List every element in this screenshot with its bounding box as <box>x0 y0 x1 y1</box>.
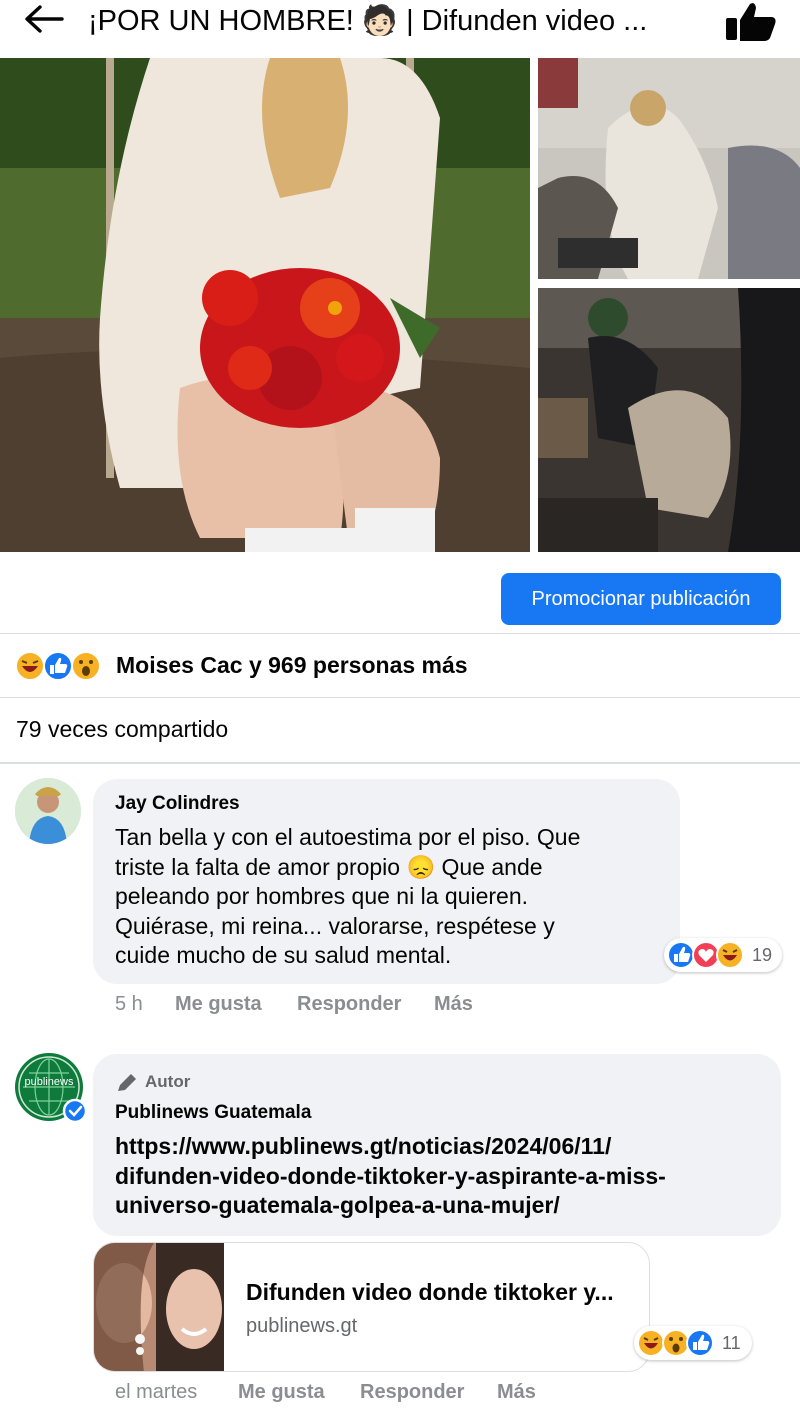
video-still-bottom[interactable] <box>538 288 800 552</box>
comment-bubble: Jay Colindres Tan bella y con el autoest… <box>93 779 680 984</box>
comment-reaction-badge[interactable]: 19 <box>664 938 782 972</box>
reaction-icons <box>15 651 101 681</box>
link-preview-card[interactable]: Difunden video donde tiktoker y... publi… <box>93 1242 650 1372</box>
comment-line: https://www.publinews.gt/noticias/2024/0… <box>115 1133 612 1159</box>
video-still-top[interactable] <box>538 58 800 279</box>
shares-count-text: 79 veces compartido <box>16 716 229 742</box>
comment-time[interactable]: 5 h <box>115 993 143 1016</box>
main-photo[interactable] <box>0 58 530 552</box>
comment-line: peleando por hombres que ni la quieren. <box>115 883 529 909</box>
like-button[interactable]: Me gusta <box>238 1381 325 1404</box>
comment-line: universo-guatemala-golpea-a-una-mujer/ <box>115 1192 560 1218</box>
page-title: ¡POR UN HOMBRE! 🧑🏻 | Difunden video ... <box>88 5 648 37</box>
comment-reaction-badge[interactable]: 11 <box>634 1326 752 1360</box>
link-thumbnail <box>94 1243 224 1371</box>
wow-icon <box>71 651 101 681</box>
comment-link-text[interactable]: https://www.publinews.gt/noticias/2024/0… <box>115 1132 775 1221</box>
comment-line: Tan bella y con el autoestima por el pis… <box>115 824 581 850</box>
comment-time[interactable]: el martes <box>115 1381 197 1404</box>
comment-line: triste la falta de amor propio 😞 Que and… <box>115 853 543 880</box>
haha-icon <box>716 941 744 969</box>
author-tag: Autor <box>145 1072 191 1091</box>
wow-icon <box>662 1329 690 1357</box>
pencil-icon <box>118 1074 136 1091</box>
reply-button[interactable]: Responder <box>297 993 401 1016</box>
thumbs-up-icon[interactable] <box>722 0 778 42</box>
reactions-count-text: Moises Cac y 969 personas más <box>116 652 468 678</box>
top-bar: ¡POR UN HOMBRE! 🧑🏻 | Difunden video ... <box>0 0 800 58</box>
reaction-count: 11 <box>722 1333 741 1353</box>
comment-line: Quiérase, mi reina... valorarse, respéte… <box>115 912 555 939</box>
comment-line: difunden-video-donde-tiktoker-y-aspirant… <box>115 1162 666 1189</box>
haha-icon <box>15 651 45 681</box>
comment-text: Tan bella y con el autoestima por el pis… <box>115 823 675 971</box>
link-title: Difunden video donde tiktoker y... <box>246 1279 614 1305</box>
shares-summary[interactable]: 79 veces compartido <box>0 698 800 760</box>
love-icon <box>692 941 720 969</box>
comment-line: cuide mucho de su salud mental. <box>115 942 452 968</box>
back-arrow-icon[interactable] <box>22 4 66 34</box>
promote-post-button[interactable]: Promocionar publicación <box>501 573 781 625</box>
avatar[interactable] <box>15 778 81 844</box>
like-button[interactable]: Me gusta <box>175 993 262 1016</box>
like-icon <box>667 941 695 969</box>
like-icon <box>43 651 73 681</box>
comment-author[interactable]: Jay Colindres <box>115 793 240 815</box>
avatar[interactable]: publinews <box>15 1053 88 1124</box>
comment-author[interactable]: Publinews Guatemala <box>115 1102 311 1124</box>
reactions-summary[interactable]: Moises Cac y 969 personas más <box>0 634 800 696</box>
promote-row: Promocionar publicación <box>0 552 800 632</box>
post-photos <box>0 58 800 552</box>
more-button[interactable]: Más <box>434 993 473 1016</box>
more-button[interactable]: Más <box>497 1381 536 1404</box>
avatar-logo-text: publinews <box>25 1076 74 1088</box>
comment-actions: el martes Me gusta Responder Más <box>115 1381 615 1407</box>
comment-bubble: Autor Publinews Guatemala https://www.pu… <box>93 1054 781 1236</box>
like-icon <box>686 1329 714 1357</box>
verified-badge-icon <box>62 1098 88 1124</box>
haha-icon <box>637 1329 665 1357</box>
comment-actions: 5 h Me gusta Responder Más <box>115 993 615 1019</box>
reaction-count: 19 <box>752 945 773 965</box>
divider <box>0 762 800 764</box>
link-domain: publinews.gt <box>246 1315 358 1337</box>
reply-button[interactable]: Responder <box>360 1381 464 1404</box>
